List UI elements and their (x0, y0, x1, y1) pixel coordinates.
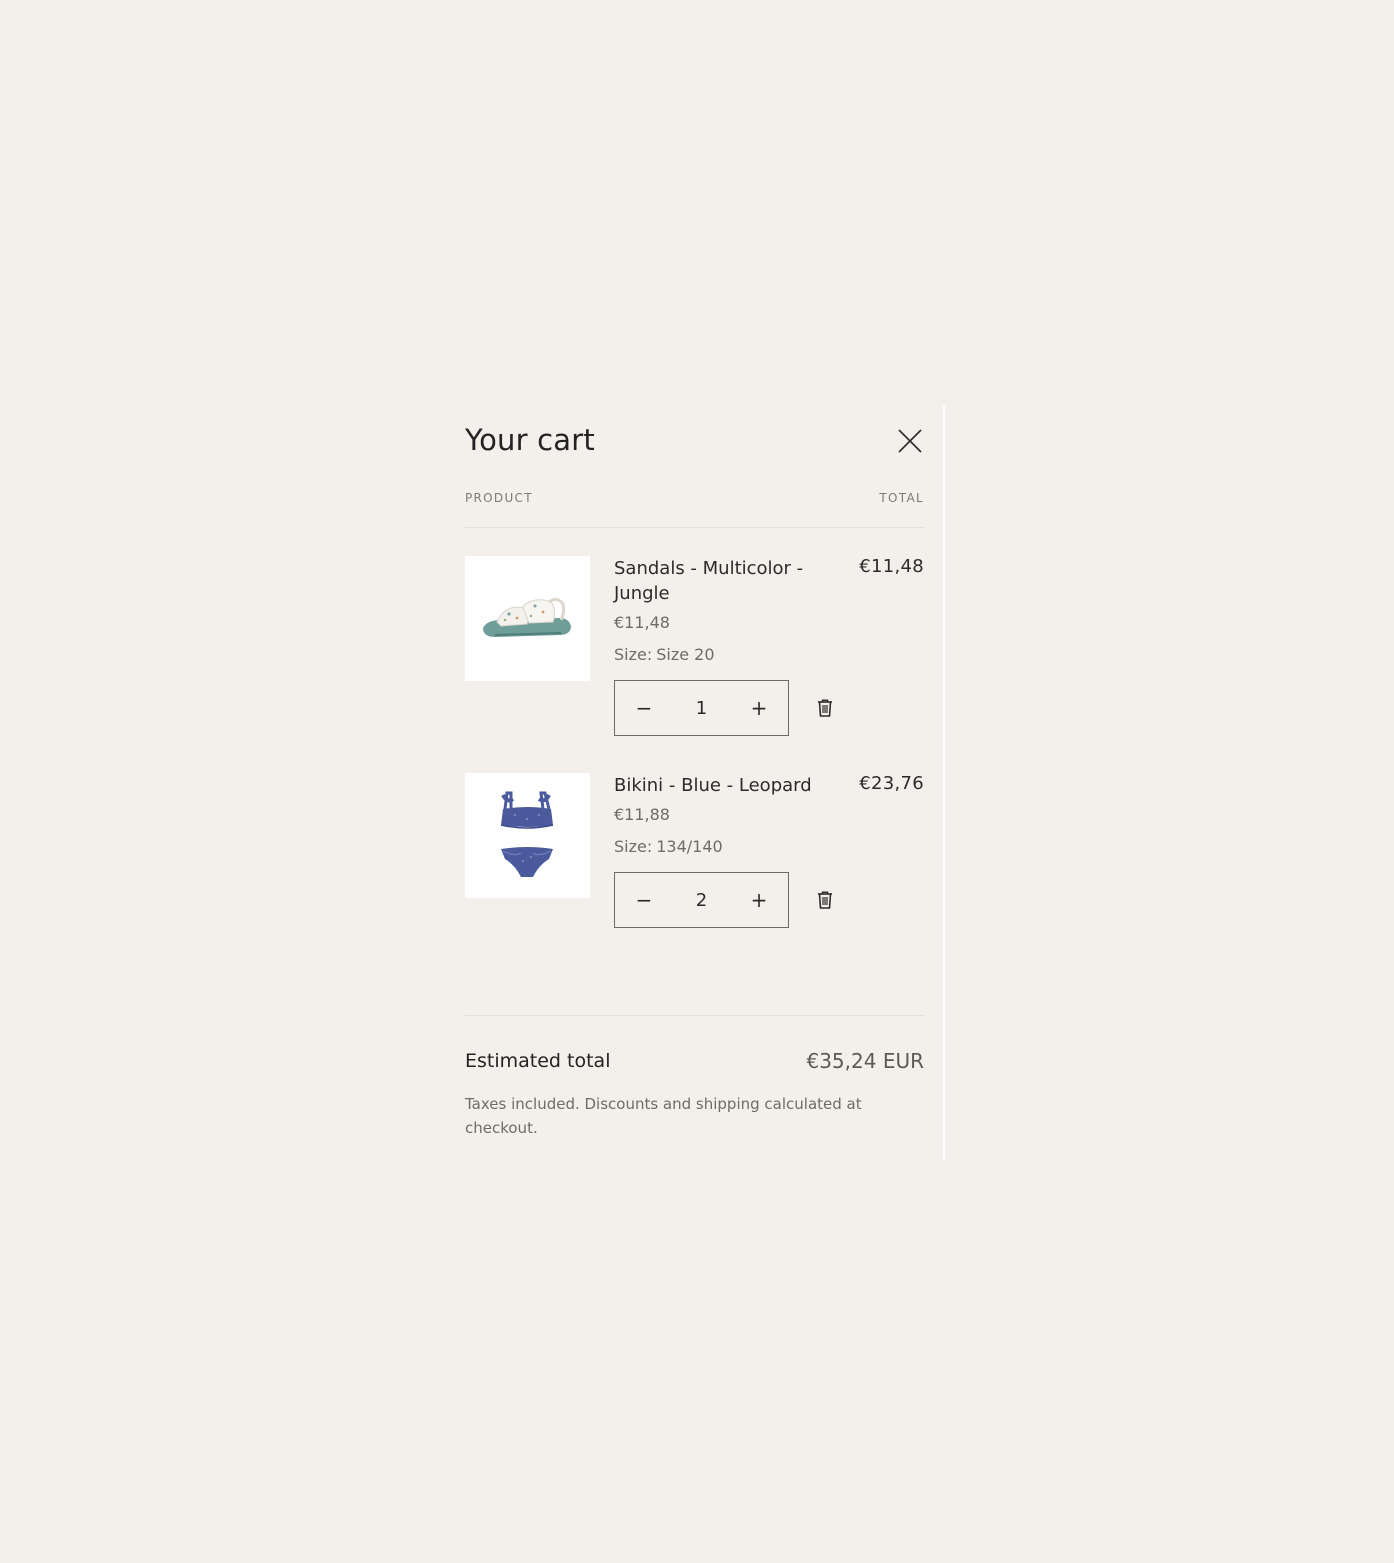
size-value: Size 20 (656, 645, 715, 664)
estimated-total-label: Estimated total (465, 1050, 611, 1072)
close-button[interactable] (896, 427, 924, 455)
cart-item-unit-price: €11,48 (614, 613, 670, 632)
quantity-increase-button[interactable]: + (730, 873, 788, 927)
cart-item: Bikini - Blue - Leopard €11,88 Size: 134/… (465, 773, 924, 990)
cart-item-name[interactable]: Bikini - Blue - Leopard (614, 773, 829, 798)
cart-item-size: Size: Size 20 (614, 645, 829, 664)
cart-column-headers: PRODUCT TOTAL (465, 485, 924, 528)
remove-item-button[interactable] (814, 889, 836, 911)
cart-drawer-inner: Your cart PRODUCT TOTAL Sandals - Multic… (465, 405, 924, 1137)
quantity-decrease-button[interactable]: − (615, 681, 673, 735)
sandal-image[interactable] (465, 556, 590, 681)
sandal-image-drawing (483, 597, 571, 637)
cart-item-total: €23,76 (859, 773, 924, 794)
cart-title: Your cart (465, 423, 595, 457)
cart-item-total: €11,48 (859, 556, 924, 577)
cart-item-unit-price: €11,88 (614, 805, 670, 824)
quantity-input[interactable] (673, 889, 730, 911)
size-label: Size: (614, 645, 653, 664)
trash-icon (818, 699, 832, 717)
cart-item-info: Bikini - Blue - Leopard €11,88 Size: 134/… (614, 773, 832, 930)
remove-item-button[interactable] (814, 697, 836, 719)
cart-header: Your cart (465, 405, 924, 485)
estimated-total-row: Estimated total €35,24 EUR (465, 1049, 924, 1080)
cart-item-info: Sandals - Multicolor - Jungle €11,48 Siz… (614, 556, 832, 738)
bikini-image-drawing (500, 791, 554, 877)
cart-item-size: Size: 134/140 (614, 837, 829, 856)
size-value: 134/140 (656, 837, 723, 856)
cart-item-name[interactable]: Sandals - Multicolor - Jungle (614, 556, 829, 606)
quantity-decrease-button[interactable]: − (615, 873, 673, 927)
cart-drawer: Your cart PRODUCT TOTAL Sandals - Multic… (445, 405, 945, 1160)
cart-footer: Estimated total €35,24 EUR Taxes include… (465, 1015, 924, 1140)
column-header-product: PRODUCT (465, 491, 533, 505)
quantity-row: − + (614, 872, 832, 930)
quantity-stepper: − + (614, 872, 789, 928)
cart-item: Sandals - Multicolor - Jungle €11,48 Siz… (465, 556, 924, 773)
size-label: Size: (614, 837, 653, 856)
estimated-total-value: €35,24 EUR (806, 1049, 924, 1073)
cart-items: Sandals - Multicolor - Jungle €11,48 Siz… (465, 556, 924, 990)
close-icon (898, 429, 922, 453)
quantity-row: − + (614, 680, 832, 738)
column-header-total: TOTAL (879, 491, 924, 505)
quantity-increase-button[interactable]: + (730, 681, 788, 735)
quantity-stepper: − + (614, 680, 789, 736)
tax-note: Taxes included. Discounts and shipping c… (465, 1095, 862, 1137)
bikini-image[interactable] (465, 773, 590, 898)
trash-icon (818, 891, 832, 909)
quantity-input[interactable] (673, 697, 730, 719)
